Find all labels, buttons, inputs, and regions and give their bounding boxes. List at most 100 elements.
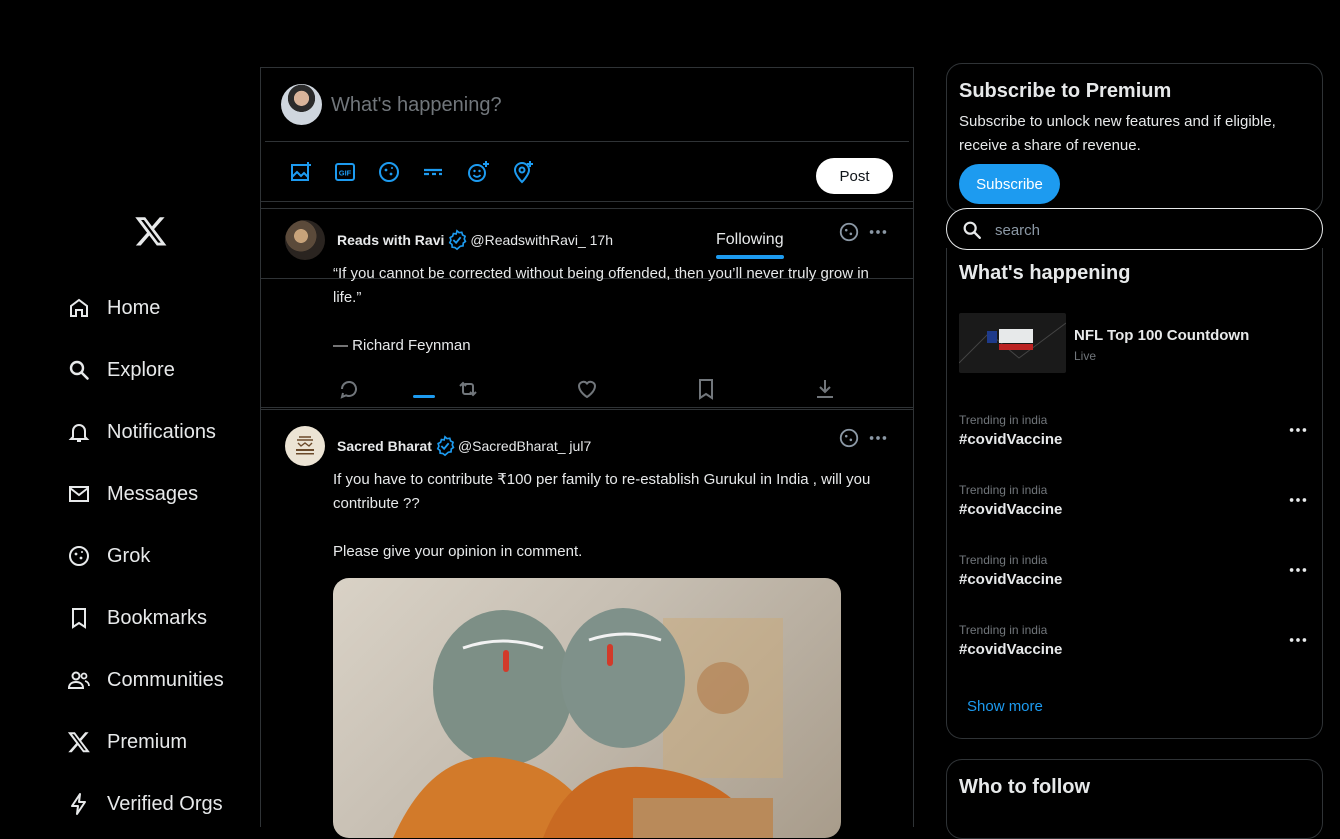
nav-label: Premium (107, 730, 188, 753)
trend-tag: #covidVaccine (959, 501, 1063, 518)
grok-icon[interactable] (838, 221, 860, 243)
nav-explore[interactable]: Explore (66, 350, 175, 390)
tab-following[interactable]: Following (716, 231, 784, 259)
trend-tag: #covidVaccine (959, 571, 1063, 588)
verified-badge-icon (446, 229, 468, 251)
poll-icon[interactable] (421, 160, 445, 184)
post-image[interactable] (333, 578, 841, 838)
tab-indicator (716, 255, 784, 259)
search-icon (961, 219, 983, 241)
handle-time: @SacredBharat_ jul7 (457, 438, 592, 454)
trend-tag: #covidVaccine (959, 431, 1063, 448)
who-to-follow-panel: Who to follow (946, 759, 1323, 839)
premium-title: Subscribe to Premium (959, 80, 1172, 102)
whats-happening-panel: What's happening NFL Top 100 Countdown L… (946, 248, 1323, 739)
trend-context: Trending in india (959, 623, 1048, 637)
more-icon[interactable] (1287, 489, 1309, 511)
tab-label: Following (716, 231, 784, 248)
home-icon (66, 295, 92, 321)
location-icon[interactable] (511, 160, 535, 184)
more-icon[interactable] (867, 427, 889, 449)
grok-icon[interactable] (377, 160, 401, 184)
lightning-icon (66, 791, 92, 817)
grok-icon (66, 543, 92, 569)
nav-home[interactable]: Home (66, 288, 160, 328)
mail-icon (66, 481, 92, 507)
search-input[interactable] (995, 215, 1305, 245)
nav-label: Bookmarks (107, 606, 208, 629)
search-icon (66, 357, 92, 383)
reply-icon[interactable] (337, 377, 361, 401)
trend-item[interactable]: Trending in india #covidVaccine (947, 413, 1322, 473)
post-button[interactable]: Post (816, 158, 893, 194)
svg-text:GIF: GIF (339, 169, 352, 178)
post-text: If you have to contribute ₹100 per famil… (333, 471, 871, 560)
post-card[interactable]: Reads with Ravi @ReadswithRavi_ 17h Foll… (261, 208, 913, 408)
emoji-icon[interactable] (466, 160, 490, 184)
trend-item[interactable]: Trending in india #covidVaccine (947, 553, 1322, 613)
x-logo[interactable] (134, 214, 168, 248)
nav-grok[interactable]: Grok (66, 536, 150, 576)
featured-trend-title[interactable]: NFL Top 100 Countdown (1074, 327, 1249, 344)
nav-label: Explore (107, 358, 175, 381)
compose-input[interactable] (331, 90, 891, 120)
nav-messages[interactable]: Messages (66, 474, 198, 514)
bell-icon (66, 419, 92, 445)
gif-icon[interactable]: GIF (333, 160, 357, 184)
bookmark-icon[interactable] (694, 377, 718, 401)
like-icon[interactable] (575, 377, 599, 401)
trend-item[interactable]: Trending in india #covidVaccine (947, 623, 1322, 683)
panel-title: What's happening (959, 262, 1131, 284)
trend-tag: #covidVaccine (959, 641, 1063, 658)
post-card[interactable]: Sacred Bharat @SacredBharat_ jul7 If you… (261, 409, 913, 838)
show-more-link[interactable]: Show more (967, 698, 1043, 715)
bookmark-icon (66, 605, 92, 631)
composer: GIF Post (261, 68, 913, 202)
trend-context: Trending in india (959, 483, 1048, 497)
nav-label: Grok (107, 544, 151, 567)
more-icon[interactable] (1287, 419, 1309, 441)
divider (265, 141, 909, 142)
featured-trend-status: Live (1074, 349, 1097, 363)
grok-icon[interactable] (838, 427, 860, 449)
author-name[interactable]: Sacred Bharat (337, 438, 432, 454)
post-header: Sacred Bharat @SacredBharat_ jul7 (337, 435, 591, 457)
nav-label: Home (107, 296, 161, 319)
nav-label: Notifications (107, 420, 216, 443)
nav-label: Messages (107, 482, 199, 505)
author-name[interactable]: Reads with Ravi (337, 232, 444, 248)
timeline: GIF Post Reads with Ravi @ReadswithRavi_… (260, 67, 914, 838)
handle-time: @ReadswithRavi_ 17h (470, 232, 613, 248)
nav-notifications[interactable]: Notifications (66, 412, 216, 452)
download-icon[interactable] (813, 377, 837, 401)
people-icon (66, 667, 92, 693)
avatar[interactable] (285, 220, 325, 260)
subscribe-button[interactable]: Subscribe (959, 164, 1060, 204)
repost-icon[interactable] (456, 377, 480, 401)
trend-context: Trending in india (959, 413, 1048, 427)
more-icon[interactable] (1287, 559, 1309, 581)
verified-badge-icon (434, 435, 456, 457)
trend-context: Trending in india (959, 553, 1048, 567)
trend-thumbnail[interactable] (959, 313, 1066, 373)
avatar[interactable] (285, 426, 325, 466)
more-icon[interactable] (1287, 629, 1309, 651)
nav-label: Verified Orgs (107, 792, 223, 815)
avatar[interactable] (281, 84, 322, 125)
x-premium-icon (66, 729, 92, 755)
premium-card: Subscribe to Premium Subscribe to unlock… (946, 63, 1323, 213)
post-header: Reads with Ravi @ReadswithRavi_ 17h (337, 229, 613, 251)
post-actions (337, 377, 837, 401)
panel-title: Who to follow (959, 776, 1091, 798)
image-icon[interactable] (289, 160, 313, 184)
nav-communities[interactable]: Communities (66, 660, 224, 700)
search-box[interactable] (946, 208, 1323, 250)
nav-premium[interactable]: Premium (66, 722, 187, 762)
nav-bookmarks[interactable]: Bookmarks (66, 598, 207, 638)
nav-verified-orgs[interactable]: Verified Orgs (66, 784, 223, 824)
premium-text: Subscribe to unlock new features and if … (959, 113, 1276, 154)
post-text: “If you cannot be corrected without bein… (333, 265, 869, 354)
nav-label: Communities (107, 668, 224, 691)
more-icon[interactable] (867, 221, 889, 243)
trend-item[interactable]: Trending in india #covidVaccine (947, 483, 1322, 543)
